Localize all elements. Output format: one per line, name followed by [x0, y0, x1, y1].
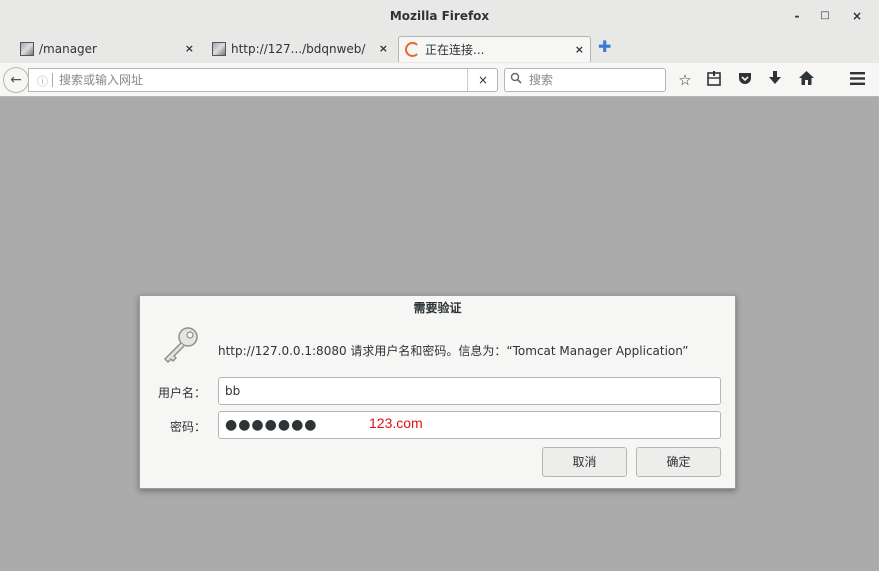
maximize-button[interactable]: □: [817, 8, 833, 24]
tab-label: /manager: [39, 42, 97, 56]
search-icon: [510, 72, 522, 87]
window-title: Mozilla Firefox: [389, 9, 490, 23]
auth-dialog: 需要验证 http://127.0.0.1:8080 请求用户名和密码。信息为：…: [139, 295, 736, 489]
tab-manager[interactable]: /manager ×: [14, 36, 200, 62]
loading-spinner-icon: [405, 42, 420, 57]
clear-url-icon[interactable]: ×: [467, 69, 498, 91]
tomcat-favicon-icon: [20, 42, 34, 56]
password-label: 密码：: [169, 420, 206, 434]
username-label: 用户名：: [157, 386, 206, 400]
ok-button[interactable]: 确定: [636, 447, 721, 477]
pocket-icon[interactable]: [736, 71, 754, 89]
search-bar[interactable]: [504, 68, 666, 92]
bookmark-star-icon[interactable]: ☆: [676, 71, 694, 89]
tab-close-icon[interactable]: ×: [379, 36, 388, 62]
password-mask: ●●●●●●●: [225, 417, 318, 433]
tab-bar: /manager × http://127.../bdqnweb/ × 正在连接…: [0, 33, 879, 63]
back-button[interactable]: ←: [3, 67, 29, 93]
minimize-button[interactable]: -: [789, 8, 805, 24]
new-tab-icon[interactable]: ✚: [598, 37, 611, 56]
tomcat-favicon-icon: [212, 42, 226, 56]
close-window-button[interactable]: ×: [849, 8, 865, 24]
search-input[interactable]: [527, 72, 661, 88]
url-input[interactable]: [57, 72, 461, 88]
downloads-icon[interactable]: [766, 71, 784, 89]
info-icon[interactable]: ⓘ: [37, 73, 48, 89]
tab-label: http://127.../bdqnweb/: [231, 42, 366, 56]
tab-bdqnweb[interactable]: http://127.../bdqnweb/ ×: [206, 36, 394, 62]
key-icon: [161, 325, 201, 365]
password-annotation: 123.com: [369, 415, 423, 431]
tab-close-icon[interactable]: ×: [185, 36, 194, 62]
url-bar[interactable]: ⓘ ×: [28, 68, 498, 92]
tab-label: 正在连接...: [425, 43, 485, 57]
menu-icon[interactable]: [848, 71, 866, 89]
username-input[interactable]: [218, 377, 721, 405]
window-titlebar: Mozilla Firefox - □ ×: [0, 0, 879, 33]
dialog-title: 需要验证: [413, 301, 462, 315]
tab-close-icon[interactable]: ×: [575, 37, 584, 62]
cancel-button[interactable]: 取消: [542, 447, 627, 477]
url-separator: [52, 73, 53, 87]
tab-connecting[interactable]: 正在连接... ×: [398, 36, 591, 62]
bookmarks-menu-icon[interactable]: [705, 71, 723, 89]
auth-message: http://127.0.0.1:8080 请求用户名和密码。信息为：“Tomc…: [218, 344, 689, 358]
navigation-toolbar: ⓘ × ← ☆: [0, 63, 879, 97]
home-icon[interactable]: [797, 71, 815, 89]
